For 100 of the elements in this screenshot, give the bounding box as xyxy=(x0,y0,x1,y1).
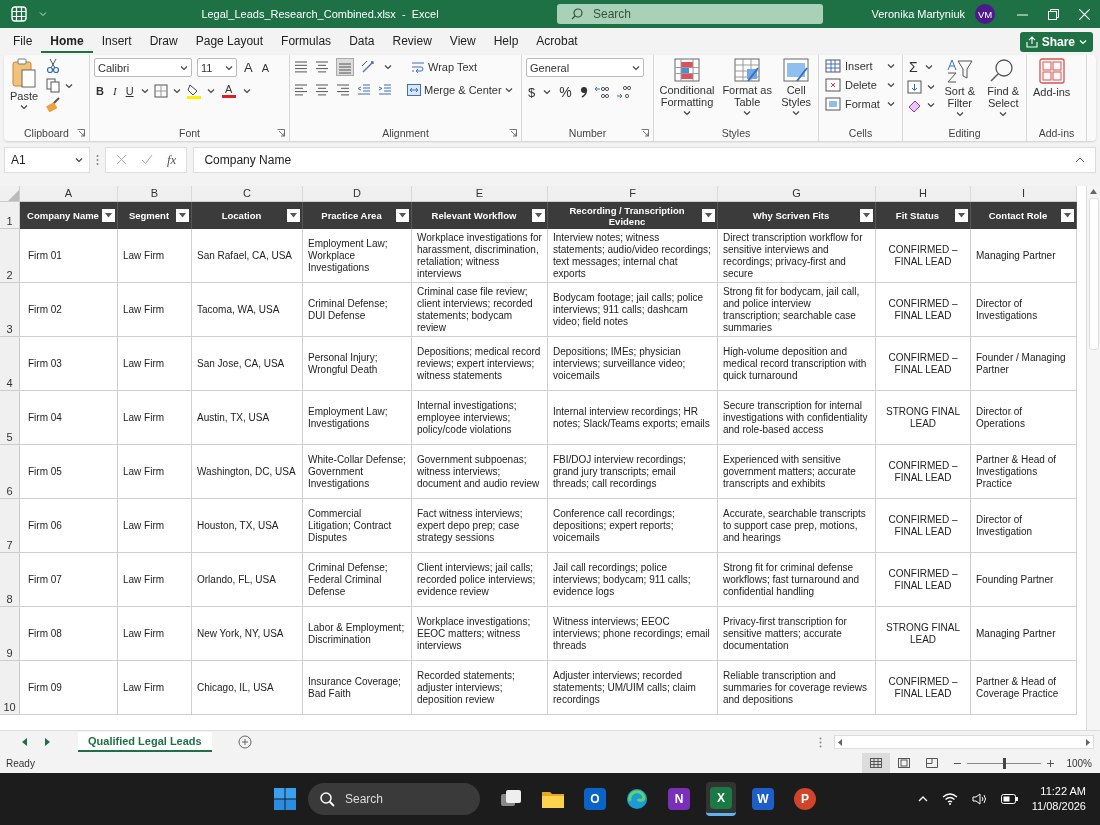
scissors-icon[interactable] xyxy=(46,58,61,74)
taskbar-app[interactable]: W xyxy=(748,782,778,816)
share-button[interactable]: Share xyxy=(1019,31,1093,52)
taskbar-app[interactable]: O xyxy=(580,782,610,816)
merge-center-button[interactable]: Merge & Center xyxy=(405,82,515,98)
paste-button[interactable]: Paste xyxy=(8,58,41,110)
dialog-launcher-icon[interactable] xyxy=(509,129,517,137)
collapse-icon[interactable] xyxy=(1075,156,1085,163)
zoom-level[interactable]: 100% xyxy=(1066,757,1092,769)
copy-icon[interactable] xyxy=(46,78,61,93)
font-color-button[interactable]: A xyxy=(219,83,238,99)
wifi-icon[interactable] xyxy=(941,793,958,805)
underline-button[interactable]: U xyxy=(123,84,136,98)
battery-icon[interactable] xyxy=(1000,794,1018,804)
row-number[interactable]: 2 xyxy=(0,229,20,283)
scroll-thumb[interactable] xyxy=(1088,198,1099,350)
scroll-left-icon[interactable] xyxy=(22,738,27,746)
eraser-icon[interactable] xyxy=(907,98,922,112)
dialog-launcher-icon[interactable] xyxy=(277,129,285,137)
conditional-formatting-button[interactable]: Conditional Formatting xyxy=(658,58,716,116)
restore-icon[interactable] xyxy=(1048,8,1059,20)
column-letter[interactable]: C xyxy=(192,186,303,202)
insert-function-button[interactable]: fx xyxy=(167,151,177,168)
name-box[interactable]: A1 xyxy=(4,146,90,173)
row-number[interactable]: 7 xyxy=(0,499,20,553)
filter-button[interactable] xyxy=(955,209,968,222)
column-letter[interactable]: A xyxy=(20,186,118,202)
orientation-icon[interactable] xyxy=(361,60,377,74)
paintbrush-icon[interactable] xyxy=(46,97,61,112)
number-format-dropdown[interactable]: General xyxy=(526,58,644,77)
column-letter[interactable]: D xyxy=(303,186,412,202)
font-size-dropdown[interactable]: 11 xyxy=(197,58,237,77)
column-letter[interactable]: I xyxy=(971,186,1077,202)
wrap-text-button[interactable]: Wrap Text xyxy=(409,59,480,75)
more-icon[interactable] xyxy=(819,736,822,748)
taskbar-app[interactable]: X xyxy=(706,782,736,816)
add-sheet-icon[interactable] xyxy=(237,735,252,749)
align-left-icon[interactable] xyxy=(294,83,308,97)
row-number[interactable]: 5 xyxy=(0,391,20,445)
insert-cells-button[interactable]: Insert xyxy=(823,58,897,74)
menu-tab[interactable]: Acrobat xyxy=(527,30,587,53)
font-name-dropdown[interactable]: Calibri xyxy=(94,58,192,77)
sheet-tab[interactable]: Qualified Legal Leads xyxy=(78,732,212,752)
cell-styles-button[interactable]: Cell Styles xyxy=(778,58,814,116)
grow-font-button[interactable]: A xyxy=(242,59,255,76)
align-middle-icon[interactable] xyxy=(315,60,329,74)
align-right-icon[interactable] xyxy=(336,83,350,97)
filter-button[interactable] xyxy=(532,209,545,222)
fill-color-icon[interactable] xyxy=(185,83,202,99)
more-icon[interactable] xyxy=(96,153,99,166)
align-center-icon[interactable] xyxy=(315,83,329,97)
decrease-decimal-icon[interactable] xyxy=(615,85,632,99)
slider-thumb[interactable] xyxy=(1002,757,1006,769)
menu-tab[interactable]: Help xyxy=(484,30,528,53)
filter-button[interactable] xyxy=(287,209,300,222)
row-number[interactable]: 8 xyxy=(0,553,20,607)
search-field[interactable]: Search xyxy=(557,4,823,24)
format-cells-button[interactable]: Format xyxy=(823,96,897,112)
menu-tab[interactable]: Data xyxy=(340,30,384,53)
row-number[interactable]: 3 xyxy=(0,283,20,337)
find-select-button[interactable]: Find & Select xyxy=(984,58,1022,117)
menu-tab[interactable]: File xyxy=(4,30,42,53)
menu-tab[interactable]: Review xyxy=(383,30,441,53)
fill-down-icon[interactable] xyxy=(907,80,922,94)
column-letter[interactable]: E xyxy=(412,186,548,202)
filter-button[interactable] xyxy=(102,209,115,222)
start-icon[interactable] xyxy=(274,788,296,810)
column-letter[interactable]: H xyxy=(876,186,971,202)
horizontal-scrollbar[interactable] xyxy=(834,735,1094,749)
menu-tab[interactable]: Page Layout xyxy=(186,30,273,53)
column-letter[interactable]: F xyxy=(548,186,718,202)
dialog-launcher-icon[interactable] xyxy=(77,129,85,137)
shrink-font-button[interactable]: A xyxy=(259,60,271,75)
row-number[interactable]: 10 xyxy=(0,661,20,715)
menu-tab[interactable]: View xyxy=(440,30,485,53)
bold-button[interactable]: B xyxy=(94,84,106,98)
row-number[interactable]: 1 xyxy=(0,202,20,229)
menu-tab[interactable]: Draw xyxy=(140,30,187,53)
decrease-indent-icon[interactable] xyxy=(357,83,371,97)
filter-button[interactable] xyxy=(396,209,409,222)
menu-tab[interactable]: Home xyxy=(41,30,93,53)
check-icon[interactable] xyxy=(141,154,153,165)
taskbar-app[interactable]: N xyxy=(664,782,694,816)
column-letter[interactable]: B xyxy=(118,186,192,202)
zoom-in-icon[interactable] xyxy=(1047,759,1055,767)
user-avatar[interactable]: VM xyxy=(975,4,995,24)
align-top-icon[interactable] xyxy=(294,60,308,74)
filter-button[interactable] xyxy=(702,209,715,222)
increase-decimal-icon[interactable] xyxy=(593,85,610,99)
dialog-launcher-icon[interactable] xyxy=(641,129,649,137)
clock[interactable]: 11:22 AM 11/08/2026 xyxy=(1031,784,1086,814)
percent-button[interactable]: % xyxy=(557,83,574,101)
scroll-right-icon[interactable] xyxy=(45,738,50,746)
vertical-scrollbar[interactable] xyxy=(1086,186,1100,730)
filter-button[interactable] xyxy=(176,209,189,222)
row-number[interactable]: 9 xyxy=(0,607,20,661)
format-table-button[interactable]: Format as Table xyxy=(719,58,776,116)
column-letter[interactable]: G xyxy=(718,186,876,202)
chevron-up-icon[interactable] xyxy=(917,796,928,802)
currency-button[interactable]: $ xyxy=(526,83,538,101)
